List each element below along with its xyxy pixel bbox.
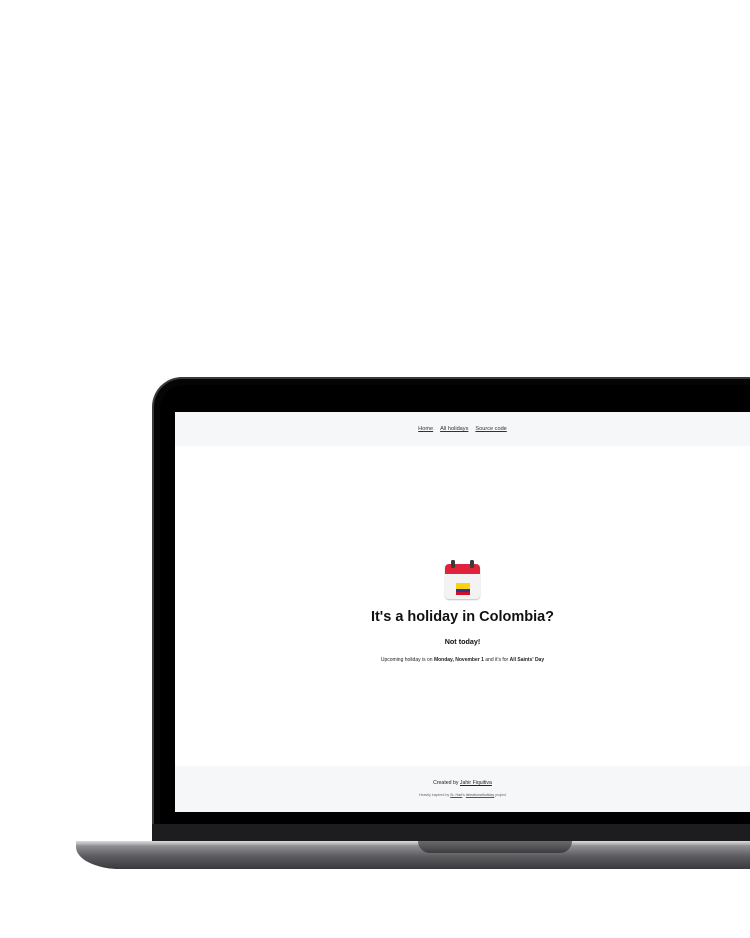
flag-red-stripe (456, 592, 470, 595)
upcoming-date: Monday, November 1 (433, 657, 484, 663)
page-title: It's a holiday in Colombia? (370, 609, 555, 625)
laptop-base-lip (76, 841, 750, 845)
laptop-base (76, 841, 750, 869)
footer: Created by Jahir Fiquitiva Heavily inspi… (175, 766, 750, 812)
top-nav: Home All holidays Source code (175, 412, 750, 446)
calendar-colombia-flag-icon (445, 560, 480, 599)
inspired-project-link[interactable]: isitnationalholiday (466, 793, 494, 797)
upcoming-holiday-text: Upcoming holiday is on Monday, November … (175, 657, 750, 663)
nav-link-source-code[interactable]: Source code (475, 426, 506, 432)
credit-prefix: Created by (433, 780, 460, 786)
colombia-flag-icon (456, 583, 470, 595)
laptop-screen: Home All holidays Source code It's a hol… (175, 412, 750, 812)
upcoming-prefix: Upcoming holiday is on (380, 657, 434, 663)
laptop-bottom-bezel (152, 824, 750, 842)
upcoming-middle: and it's for (483, 657, 510, 663)
hero: It's a holiday in Colombia? Not today! U… (175, 560, 750, 663)
calendar-ring-right (470, 560, 474, 568)
calendar-body (445, 564, 480, 599)
nav-link-home[interactable]: Home (418, 426, 433, 432)
upcoming-holiday-name: All Saints' Day (509, 657, 545, 663)
footer-credit: Created by Jahir Fiquitiva (175, 780, 750, 786)
footer-inspired: Heavily inspired by Sr. Hart's isitnatio… (175, 793, 750, 797)
author-link[interactable]: Jahir Fiquitiva (460, 780, 492, 786)
inspired-suffix: project (494, 793, 506, 797)
holiday-answer: Not today! (444, 637, 481, 646)
nav-link-all-holidays[interactable]: All holidays (440, 426, 468, 432)
laptop-notch (418, 841, 572, 853)
calendar-ring-left (451, 560, 455, 568)
inspired-prefix: Heavily inspired by (418, 793, 451, 797)
inspired-person-link[interactable]: Sr. Hart (450, 793, 462, 797)
